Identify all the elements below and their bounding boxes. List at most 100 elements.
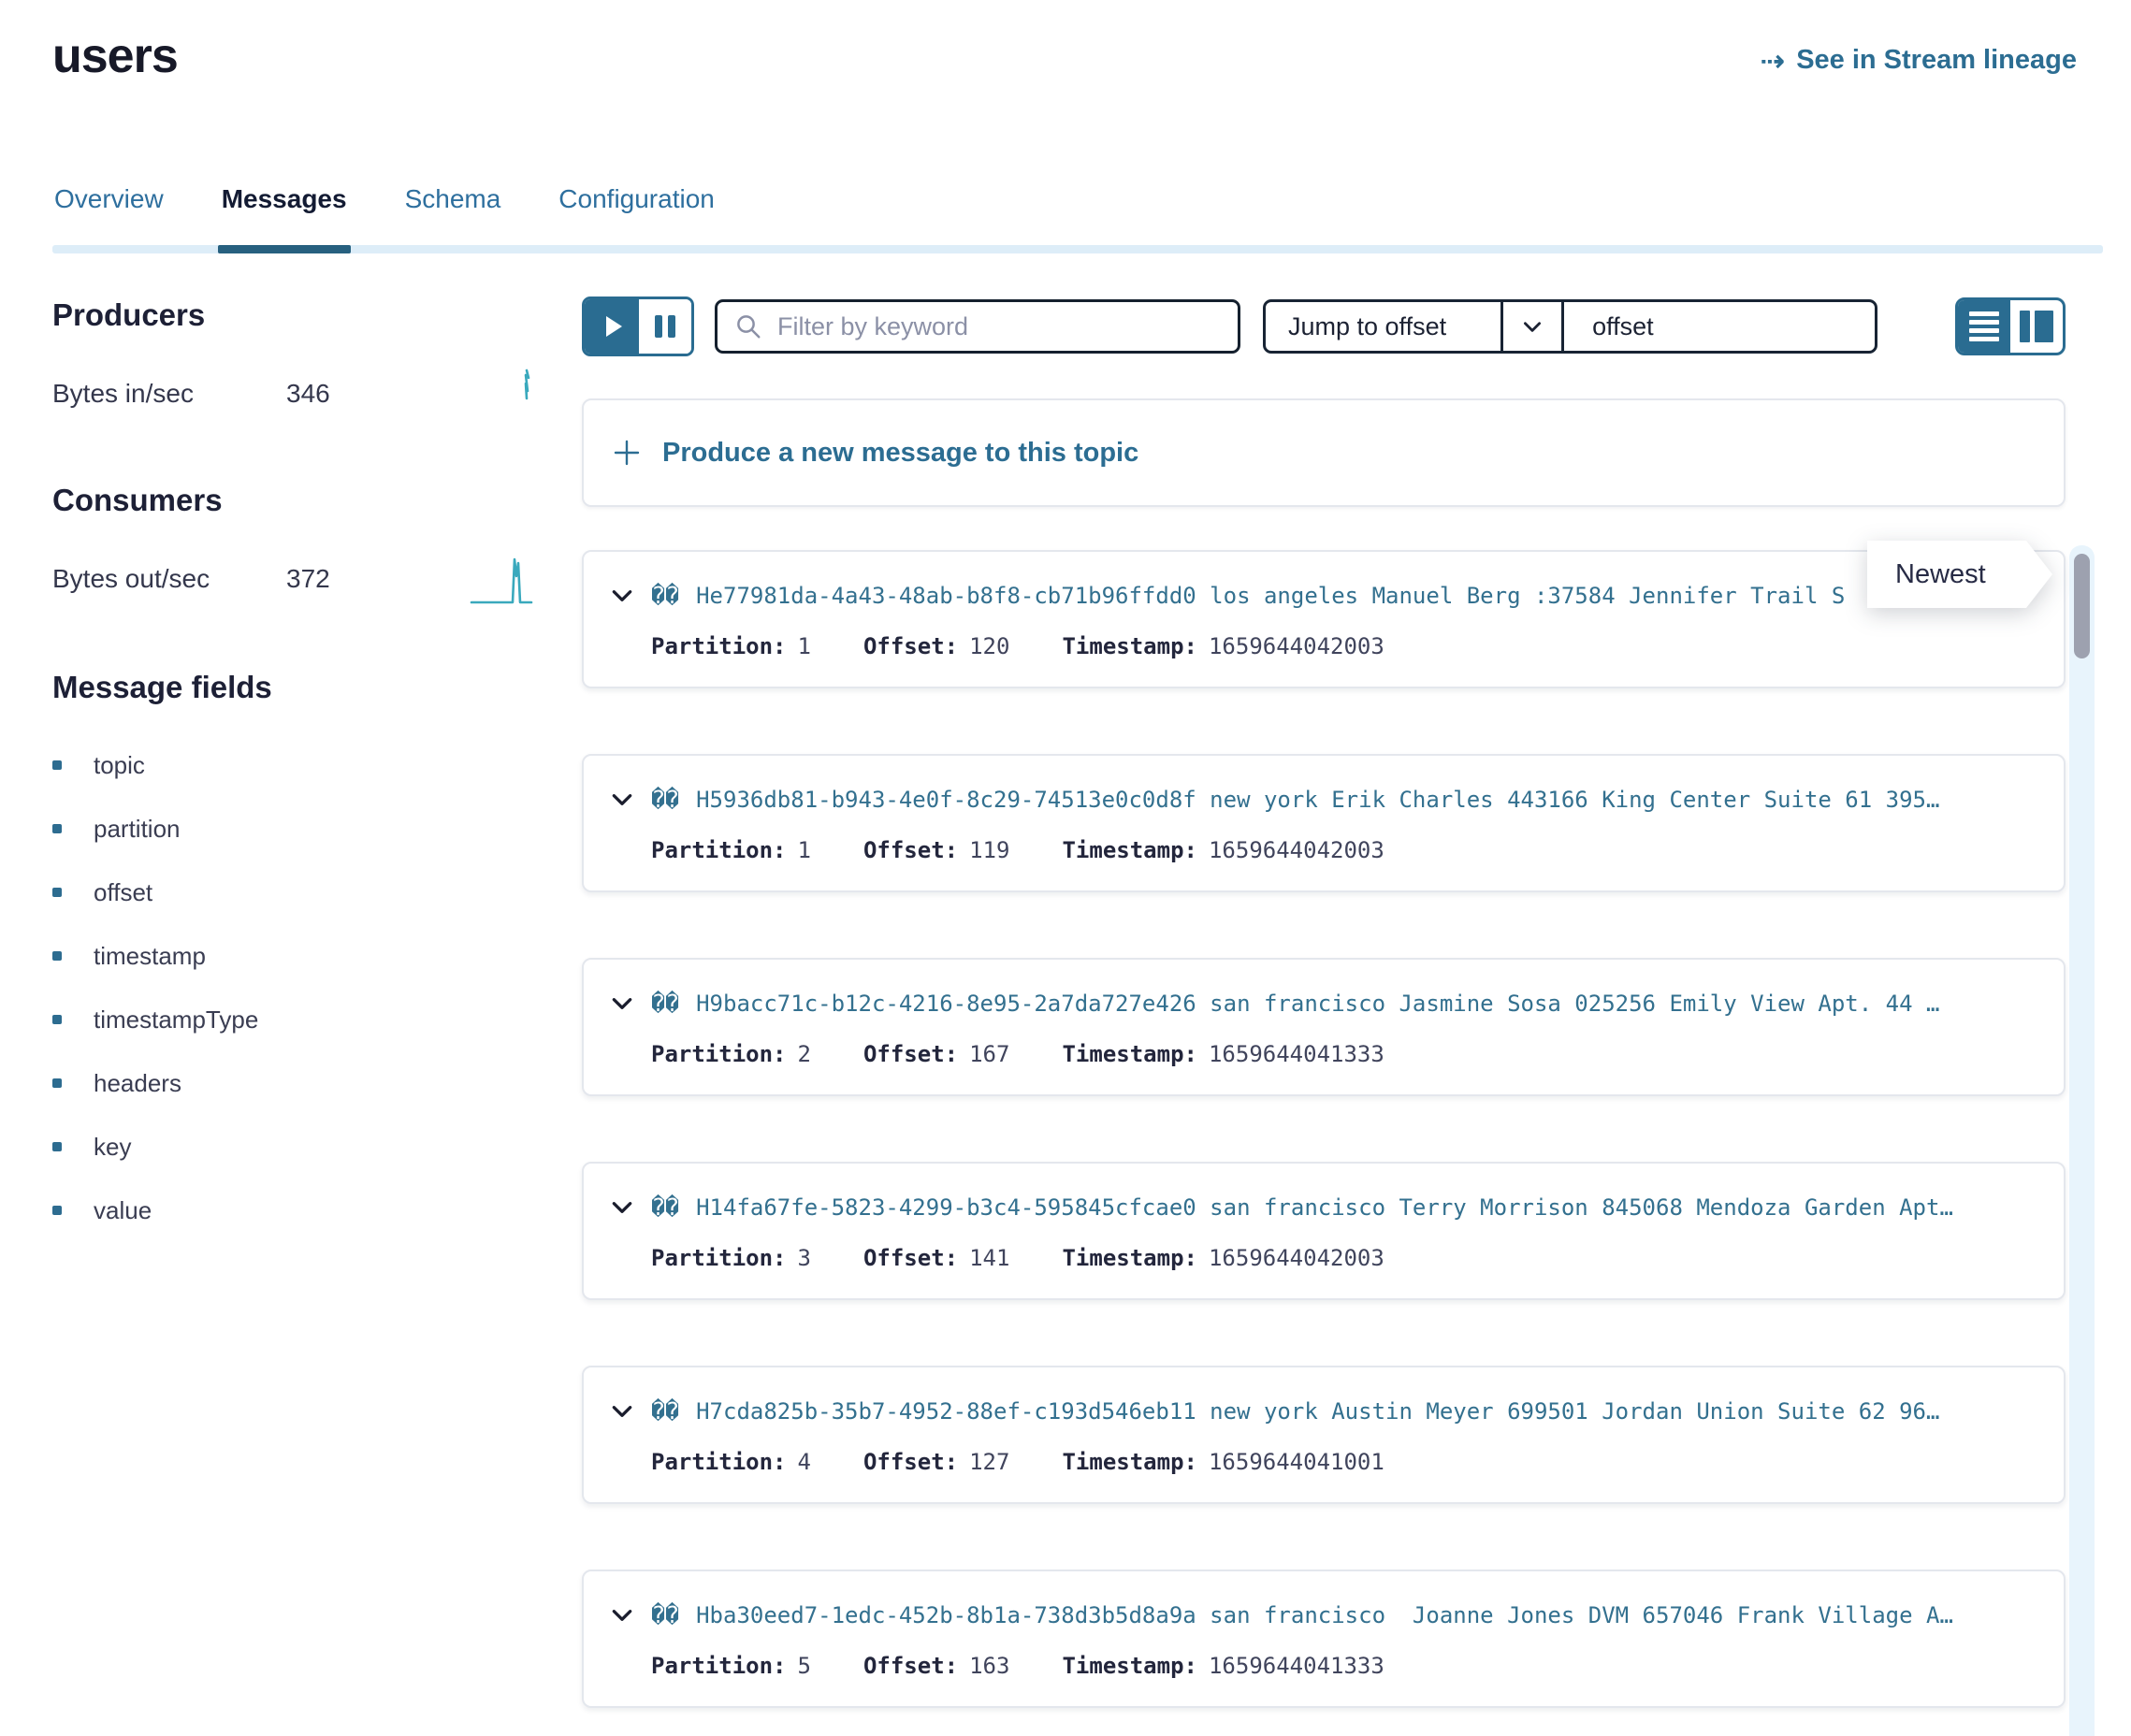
message-field-item: offset <box>52 874 539 911</box>
newest-tooltip-label: Newest <box>1867 541 2052 608</box>
partition-label: Partition: <box>651 633 787 659</box>
message-meta-row: Partition: 2 Offset: 167 Timestamp: 1659… <box>651 1041 2036 1067</box>
offset-search-input[interactable] <box>1590 311 1925 342</box>
jump-to-offset-select[interactable]: Jump to offset <box>1263 299 1564 354</box>
timestamp-value: 1659644042003 <box>1209 1245 1384 1271</box>
offset-label: Offset: <box>863 1653 958 1679</box>
newest-tooltip: Newest <box>1867 541 2052 608</box>
message-card[interactable]: �� H14fa67fe-5823-4299-b3c4-595845cfcae0… <box>582 1162 2066 1300</box>
timestamp-label: Timestamp: <box>1062 1653 1197 1679</box>
message-card[interactable]: �� H9bacc71c-b12c-4216-8e95-2a7da727e426… <box>582 958 2066 1096</box>
message-card[interactable]: �� H7cda825b-35b7-4952-88ef-c193d546eb11… <box>582 1366 2066 1504</box>
offset-label: Offset: <box>863 1245 958 1271</box>
partition-value: 4 <box>798 1449 811 1475</box>
lineage-link-label: See in Stream lineage <box>1796 45 2077 76</box>
message-card[interactable]: �� Hba30eed7-1edc-452b-8b1a-738d3b5d8a9a… <box>582 1570 2066 1708</box>
field-label: partition <box>94 815 181 844</box>
message-meta-row: Partition: 3 Offset: 141 Timestamp: 1659… <box>651 1245 2036 1271</box>
messages-toolbar: Jump to offset <box>582 297 2066 355</box>
field-label: topic <box>94 751 145 780</box>
replacement-char-glyphs: �� <box>651 1397 679 1425</box>
expand-chevron-icon[interactable] <box>610 788 634 812</box>
field-label: timestampType <box>94 1005 258 1034</box>
expand-chevron-icon[interactable] <box>610 1399 634 1424</box>
tab-overview[interactable]: Overview <box>54 183 164 215</box>
partition-label: Partition: <box>651 1041 787 1067</box>
replacement-char-glyphs: �� <box>651 1194 679 1221</box>
tab-schema[interactable]: Schema <box>405 183 501 215</box>
tab-configuration[interactable]: Configuration <box>558 183 715 215</box>
list-view-button[interactable] <box>1958 300 2010 353</box>
field-bullet-icon <box>52 1142 62 1151</box>
partition-value: 2 <box>798 1041 811 1067</box>
expand-chevron-icon[interactable] <box>610 991 634 1016</box>
replacement-char-glyphs: �� <box>651 990 679 1017</box>
partition-label: Partition: <box>651 837 787 863</box>
expand-chevron-icon[interactable] <box>610 1195 634 1220</box>
bytes-out-sparkline <box>470 548 539 610</box>
message-preview-row: �� H5936db81-b943-4e0f-8c29-74513e0c0d8f… <box>610 786 2036 813</box>
message-preview-row: �� H9bacc71c-b12c-4216-8e95-2a7da727e426… <box>610 990 2036 1017</box>
message-meta-row: Partition: 1 Offset: 120 Timestamp: 1659… <box>651 633 2036 659</box>
offset-value: 120 <box>969 633 1009 659</box>
message-meta-row: Partition: 4 Offset: 127 Timestamp: 1659… <box>651 1449 2036 1475</box>
message-field-item: partition <box>52 810 539 847</box>
jump-to-offset-label: Jump to offset <box>1266 302 1500 351</box>
message-preview-row: �� H14fa67fe-5823-4299-b3c4-595845cfcae0… <box>610 1194 2036 1221</box>
message-card[interactable]: �� H5936db81-b943-4e0f-8c29-74513e0c0d8f… <box>582 754 2066 892</box>
offset-label: Offset: <box>863 1041 958 1067</box>
message-card[interactable]: �� He77981da-4a43-48ab-b8f8-cb71b96ffdd0… <box>582 550 2066 688</box>
timestamp-label: Timestamp: <box>1062 837 1197 863</box>
replacement-char-glyphs: �� <box>651 582 679 609</box>
message-field-item: key <box>52 1128 539 1165</box>
tab-messages[interactable]: Messages <box>222 183 347 215</box>
offset-search[interactable] <box>1561 299 1877 354</box>
message-preview-text: H9bacc71c-b12c-4216-8e95-2a7da727e426 sa… <box>696 991 2036 1017</box>
messages-panel: Jump to offset <box>582 297 2066 1708</box>
topic-messages-page: users ⇢ See in Stream lineage Overview M… <box>0 0 2131 1736</box>
message-list-scrollbar[interactable] <box>2069 545 2095 1736</box>
field-bullet-icon <box>52 1206 62 1215</box>
field-label: key <box>94 1133 131 1162</box>
partition-label: Partition: <box>651 1245 787 1271</box>
partition-value: 3 <box>798 1245 811 1271</box>
field-label: offset <box>94 878 152 907</box>
offset-label: Offset: <box>863 633 958 659</box>
message-preview-row: �� Hba30eed7-1edc-452b-8b1a-738d3b5d8a9a… <box>610 1601 2036 1628</box>
column-view-icon <box>2020 311 2030 342</box>
expand-chevron-icon[interactable] <box>610 1603 634 1628</box>
field-label: headers <box>94 1069 181 1098</box>
column-view-button[interactable] <box>2010 300 2063 353</box>
keyword-filter[interactable] <box>715 299 1240 354</box>
partition-label: Partition: <box>651 1449 787 1475</box>
field-label: value <box>94 1196 152 1225</box>
timestamp-label: Timestamp: <box>1062 1041 1197 1067</box>
produce-message-button[interactable]: Produce a new message to this topic <box>582 398 2066 507</box>
message-preview-row: �� H7cda825b-35b7-4952-88ef-c193d546eb11… <box>610 1397 2036 1425</box>
chevron-down-icon <box>1500 302 1561 351</box>
timestamp-value: 1659644041333 <box>1209 1041 1384 1067</box>
offset-value: 163 <box>969 1653 1009 1679</box>
bytes-out-label: Bytes out/sec <box>52 564 286 594</box>
message-preview-text: H14fa67fe-5823-4299-b3c4-595845cfcae0 sa… <box>696 1194 2036 1221</box>
topic-tabs: Overview Messages Schema Configuration <box>54 183 715 215</box>
pause-button[interactable] <box>639 299 691 354</box>
message-field-item: value <box>52 1192 539 1229</box>
live-consume-toggle <box>582 297 694 356</box>
keyword-filter-input[interactable] <box>776 311 1221 342</box>
message-preview-text: H5936db81-b943-4e0f-8c29-74513e0c0d8f ne… <box>696 787 2036 813</box>
timestamp-label: Timestamp: <box>1062 633 1197 659</box>
partition-value: 5 <box>798 1653 811 1679</box>
field-bullet-icon <box>52 1078 62 1088</box>
message-fields-heading: Message fields <box>52 670 539 705</box>
timestamp-value: 1659644042003 <box>1209 837 1384 863</box>
bytes-in-sparkline <box>498 363 539 425</box>
offset-label: Offset: <box>863 1449 958 1475</box>
field-bullet-icon <box>52 1015 62 1024</box>
message-preview-row: �� He77981da-4a43-48ab-b8f8-cb71b96ffdd0… <box>610 582 2036 609</box>
scrollbar-thumb[interactable] <box>2074 554 2090 658</box>
message-meta-row: Partition: 5 Offset: 163 Timestamp: 1659… <box>651 1653 2036 1679</box>
expand-chevron-icon[interactable] <box>610 584 634 608</box>
see-in-stream-lineage-link[interactable]: ⇢ See in Stream lineage <box>1760 45 2077 76</box>
play-button[interactable] <box>585 299 639 354</box>
